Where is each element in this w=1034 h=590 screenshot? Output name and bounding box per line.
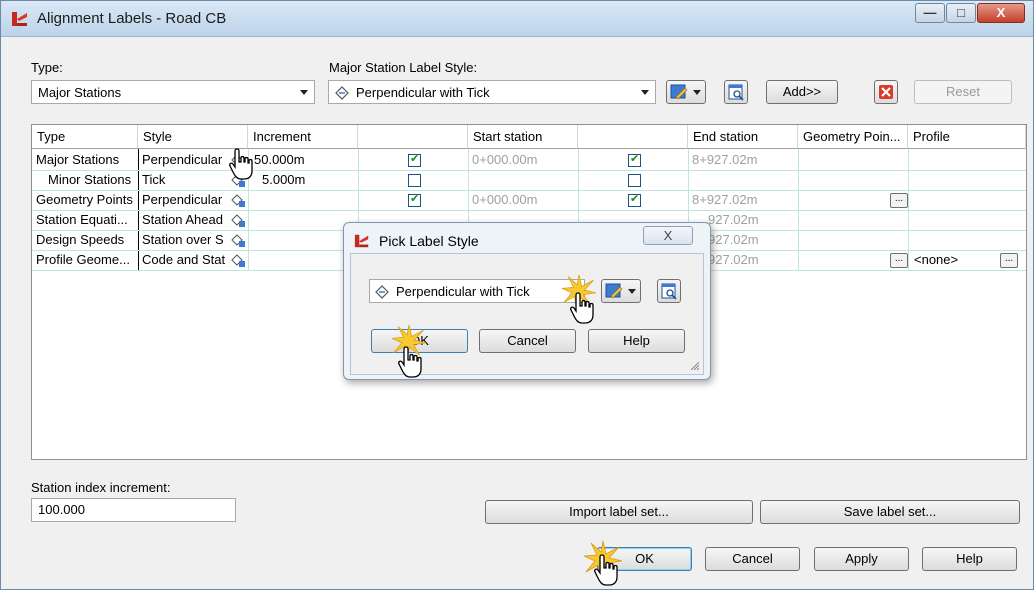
column-header-end-station[interactable]: End station: [688, 125, 798, 149]
chevron-down-icon: [628, 289, 636, 294]
add-button[interactable]: Add>>: [766, 80, 838, 104]
column-header-end-check[interactable]: [578, 125, 688, 149]
civil3d-app-icon: [12, 12, 27, 26]
window-controls: — □ X: [914, 3, 1025, 23]
table-row-end[interactable]: 927.02m: [704, 230, 798, 250]
help-button[interactable]: Help: [922, 547, 1017, 571]
reset-button[interactable]: Reset: [914, 80, 1012, 104]
preview-icon: [661, 283, 677, 300]
alignment-labels-window: Alignment Labels - Road CB — □ X Type: M…: [0, 0, 1034, 590]
table-row-style[interactable]: Station Ahead: [138, 210, 230, 230]
window-title: Alignment Labels - Road CB: [37, 10, 227, 27]
chevron-down-icon: [693, 90, 701, 95]
maximize-button[interactable]: □: [946, 3, 976, 23]
dialog-cancel-button[interactable]: Cancel: [479, 329, 576, 353]
end-station-checkbox[interactable]: [628, 152, 641, 167]
table-row-start[interactable]: 0+000.00m: [468, 150, 578, 170]
column-header-type[interactable]: Type: [32, 125, 138, 149]
table-row-type[interactable]: Geometry Points: [32, 190, 138, 210]
dialog-title: Pick Label Style: [379, 233, 479, 249]
preview-icon: [728, 84, 744, 101]
table-row-style[interactable]: Perpendicular: [138, 190, 230, 210]
column-header-increment[interactable]: Increment: [248, 125, 358, 149]
table-row-type[interactable]: Minor Stations: [44, 170, 138, 190]
table-row-type[interactable]: Major Stations: [32, 150, 138, 170]
minimize-button[interactable]: —: [915, 3, 945, 23]
table-row-profile[interactable]: <none>: [910, 250, 990, 270]
column-header-profile[interactable]: Profile: [908, 125, 1026, 149]
table-row-type[interactable]: Design Speeds: [32, 230, 138, 250]
start-station-checkbox[interactable]: [408, 192, 421, 207]
apply-button[interactable]: Apply: [814, 547, 909, 571]
chevron-down-icon: [300, 90, 308, 95]
maximize-icon: □: [957, 5, 965, 20]
geometry-points-ellipsis-button[interactable]: ...: [890, 193, 908, 208]
station-index-input[interactable]: 100.000: [31, 498, 236, 522]
table-row-start[interactable]: 0+000.00m: [468, 190, 578, 210]
dialog-style-select[interactable]: Perpendicular with Tick: [369, 279, 585, 303]
table-row-end[interactable]: 927.02m: [704, 250, 798, 270]
table-row-end[interactable]: 927.02m: [704, 210, 798, 230]
edit-style-icon: [605, 283, 623, 299]
edit-style-button[interactable]: [666, 80, 706, 104]
table-row-type[interactable]: Station Equati...: [32, 210, 138, 230]
hand-cursor-icon: [594, 554, 618, 586]
profile-ellipsis-button[interactable]: ...: [1000, 253, 1018, 268]
table-row-style[interactable]: Station over S: [138, 230, 230, 250]
geometry-points-ellipsis-button[interactable]: ...: [890, 253, 908, 268]
type-label: Type:: [31, 60, 63, 75]
close-icon: X: [996, 5, 1006, 20]
end-station-checkbox[interactable]: [628, 192, 641, 207]
type-select-value: Major Stations: [38, 85, 122, 100]
cancel-button[interactable]: Cancel: [705, 547, 800, 571]
column-header-geometry-points[interactable]: Geometry Poin...: [798, 125, 908, 149]
column-header-start-station[interactable]: Start station: [468, 125, 578, 149]
resize-grip-icon[interactable]: [690, 361, 700, 371]
dialog-help-button[interactable]: Help: [588, 329, 685, 353]
label-style-icon[interactable]: [230, 232, 246, 248]
dialog-style-select-value: Perpendicular with Tick: [396, 284, 530, 299]
end-station-checkbox[interactable]: [628, 174, 641, 187]
table-row-type[interactable]: Profile Geome...: [32, 250, 138, 270]
hand-cursor-icon: [229, 148, 253, 180]
civil3d-app-icon: [354, 234, 369, 248]
label-style-icon[interactable]: [230, 212, 246, 228]
start-station-checkbox[interactable]: [408, 152, 421, 167]
style-select[interactable]: Perpendicular with Tick: [328, 80, 656, 104]
minimize-icon: —: [923, 5, 937, 20]
close-button[interactable]: X: [977, 3, 1025, 23]
column-header-start-check[interactable]: [358, 125, 468, 149]
table-row-style[interactable]: Perpendicular: [138, 150, 230, 170]
start-station-checkbox[interactable]: [408, 174, 421, 187]
label-style-icon: [335, 86, 349, 100]
table-row-increment[interactable]: 5.000m: [258, 170, 358, 190]
hand-cursor-icon: [570, 292, 594, 324]
dialog-preview-style-button[interactable]: [657, 279, 681, 303]
label-style-icon: [375, 285, 389, 299]
delete-button[interactable]: [874, 80, 898, 104]
table-row-style[interactable]: Code and Stat: [138, 250, 230, 270]
label-style-icon[interactable]: [230, 252, 246, 268]
style-label: Major Station Label Style:: [329, 60, 478, 75]
title-bar: Alignment Labels - Road CB — □ X: [1, 1, 1033, 37]
chevron-down-icon: [641, 90, 649, 95]
style-select-value: Perpendicular with Tick: [356, 85, 490, 100]
table-row-style[interactable]: Tick: [138, 170, 230, 190]
dialog-edit-style-button[interactable]: [601, 279, 641, 303]
preview-style-button[interactable]: [724, 80, 748, 104]
column-header-style[interactable]: Style: [138, 125, 248, 149]
close-icon: X: [663, 228, 673, 243]
save-label-set-button[interactable]: Save label set...: [760, 500, 1020, 524]
edit-style-icon: [670, 84, 688, 100]
import-label-set-button[interactable]: Import label set...: [485, 500, 753, 524]
table-row-end[interactable]: 8+927.02m: [688, 150, 798, 170]
delete-icon: [879, 85, 893, 99]
label-style-icon[interactable]: [230, 192, 246, 208]
hand-cursor-icon: [398, 346, 422, 378]
type-select[interactable]: Major Stations: [31, 80, 315, 104]
dialog-close-button[interactable]: X: [643, 226, 693, 245]
table-row-end[interactable]: 8+927.02m: [688, 190, 798, 210]
station-index-label: Station index increment:: [31, 480, 171, 495]
table-row-increment[interactable]: 50.000m: [250, 150, 356, 170]
